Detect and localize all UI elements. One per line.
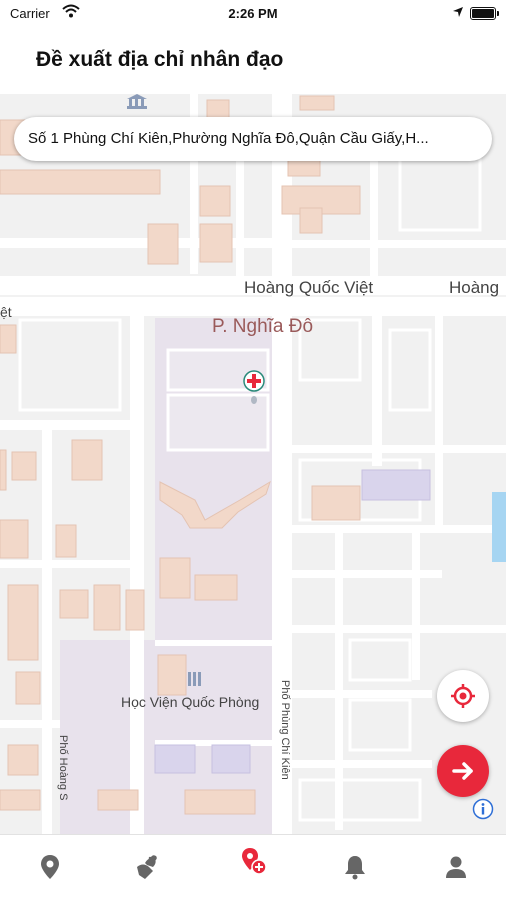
hands-heart-icon	[137, 855, 157, 879]
street-label-hoang-s: Phố Hoàng S	[57, 735, 69, 801]
tab-location[interactable]	[34, 851, 66, 883]
bell-icon	[345, 856, 365, 880]
header: Đề xuất địa chỉ nhân đạo	[0, 28, 506, 94]
clock: 2:26 PM	[228, 6, 278, 21]
street-label-phung-chi-kien: Phố Phùng Chí Kiên	[279, 680, 291, 780]
red-cross-marker-icon[interactable]	[242, 369, 266, 409]
ward-label: P. Nghĩa Đô	[212, 316, 314, 337]
crosshair-locate-icon	[451, 684, 475, 708]
tab-charity[interactable]	[131, 851, 163, 883]
tab-bar	[0, 834, 506, 901]
battery-icon	[470, 7, 499, 20]
next-button[interactable]	[437, 745, 489, 797]
pin-plus-icon	[242, 848, 267, 875]
user-icon	[446, 856, 466, 878]
location-pin-icon	[41, 855, 59, 879]
academy-label: Học Viện Quốc Phòng	[121, 694, 260, 710]
tab-notifications[interactable]	[339, 851, 371, 883]
map-canvas	[0, 94, 506, 834]
road-label-left-fragment: ệt	[0, 304, 12, 320]
tab-suggest-address[interactable]	[237, 845, 269, 877]
locate-button[interactable]	[437, 670, 489, 722]
location-arrow-icon	[452, 6, 464, 21]
status-bar: Carrier 2:26 PM	[0, 0, 506, 28]
arrow-right-icon	[452, 762, 473, 780]
address-search-field[interactable]: Số 1 Phùng Chí Kiên,Phường Nghĩa Đô,Quận…	[14, 117, 492, 161]
info-icon[interactable]	[472, 798, 494, 820]
tab-profile[interactable]	[440, 851, 472, 883]
road-label-hoang-quoc-viet: Hoàng Quốc Việt	[244, 278, 374, 297]
road-label-hoang-right: Hoàng	[449, 278, 500, 297]
map-view[interactable]: Hoàng Quốc Việt Hoàng ệt P. Nghĩa Đô Học…	[0, 94, 506, 834]
page-title: Đề xuất địa chỉ nhân đạo	[36, 48, 284, 71]
